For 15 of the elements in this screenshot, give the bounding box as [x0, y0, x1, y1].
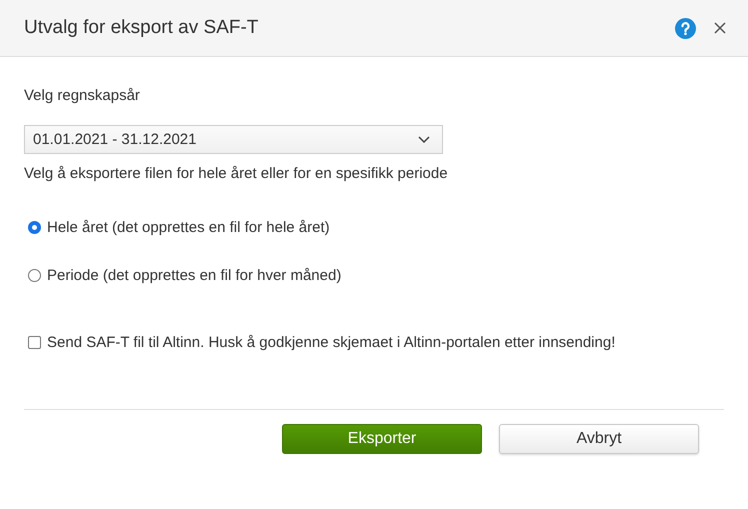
hint-text: Velg å eksportere filen for hele året eller for en spesifikk periode	[24, 165, 449, 182]
close-button[interactable]	[712, 20, 728, 36]
chevron-down-icon	[418, 136, 430, 143]
field-label: Velg regnskapsår	[24, 87, 141, 104]
year-select[interactable]: 01.01.2021 - 31.12.2021	[24, 125, 443, 154]
radio-button[interactable]	[28, 269, 41, 282]
radio-label: Periode (det opprettes en fil for hver måned)	[47, 267, 342, 284]
cancel-button[interactable]: Avbryt	[499, 424, 699, 454]
help-icon[interactable]	[675, 18, 696, 38]
radio-button[interactable]	[28, 221, 41, 234]
checkbox-label: Send SAF-T fil til Altinn. Husk å godkjenne skjemaet i Altinn-portalen etter innsending!	[47, 334, 616, 351]
export-button[interactable]: Eksporter	[282, 424, 482, 454]
radio-label: Hele året (det opprettes en fil for hele året)	[47, 219, 330, 236]
dialog-title: Utvalg for eksport av SAF-T	[24, 17, 260, 39]
checkbox[interactable]	[28, 336, 41, 349]
